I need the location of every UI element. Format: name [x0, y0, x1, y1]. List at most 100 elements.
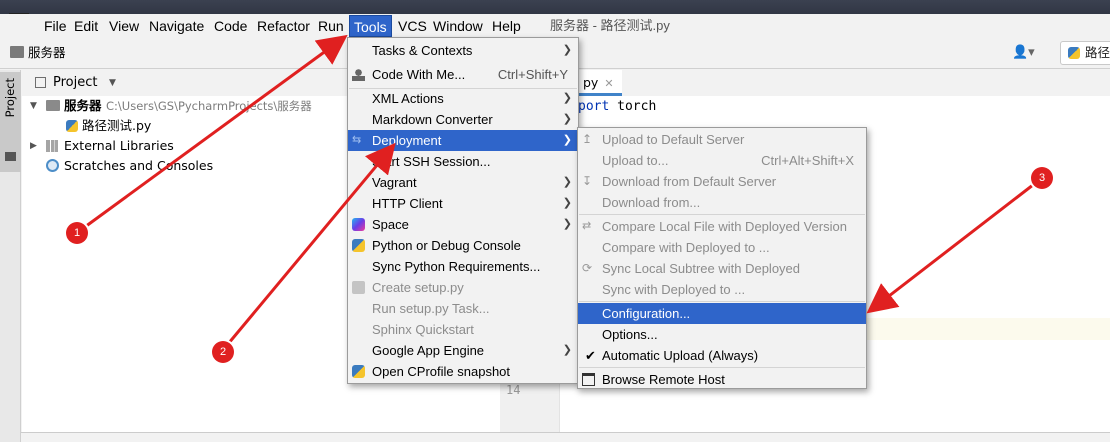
chevron-right-icon: ❯	[562, 218, 572, 230]
menu-item-label: Code With Me...	[372, 67, 466, 82]
menu-item-shortcut: Ctrl+Alt+Shift+X	[761, 153, 854, 168]
user-account-icon[interactable]: 👤▾	[1012, 43, 1044, 63]
menu-item-sync-python-requirements[interactable]: Sync Python Requirements...	[348, 256, 578, 277]
menu-item-label: Tasks & Contexts	[372, 43, 473, 58]
menu-item-label: XML Actions	[372, 91, 444, 106]
close-icon[interactable]: ✕	[604, 77, 613, 90]
profiler-icon	[352, 365, 365, 378]
chevron-right-icon: ❯	[562, 176, 572, 188]
chevron-right-icon[interactable]: ▶	[30, 136, 37, 156]
menu-item-label: Open CProfile snapshot	[372, 364, 511, 379]
menu-item-label: Sync with Deployed to ...	[602, 282, 746, 297]
menu-item-space[interactable]: Space ❯	[348, 214, 578, 235]
python-file-icon	[66, 120, 78, 132]
menu-item-label: Create setup.py	[372, 280, 464, 295]
menu-navigate[interactable]: Navigate	[145, 15, 209, 37]
menu-item-browse-remote-host[interactable]: Browse Remote Host	[578, 369, 866, 390]
menu-edit[interactable]: Edit	[70, 15, 103, 37]
editor-tab-label: py	[583, 75, 599, 90]
menu-separator	[579, 367, 865, 368]
project-view-icon	[35, 77, 46, 88]
menu-view[interactable]: View	[105, 15, 144, 37]
menu-item-label: Automatic Upload (Always)	[602, 348, 759, 363]
menu-item-start-ssh-session[interactable]: Start SSH Session...	[348, 151, 578, 172]
project-panel-title[interactable]: Project	[53, 70, 97, 96]
menu-item-xml-actions[interactable]: XML Actions ❯	[348, 88, 578, 109]
breadcrumb[interactable]: 服务器	[28, 37, 66, 69]
sync-icon: ⟳	[582, 261, 593, 275]
chevron-down-icon[interactable]: ▼	[30, 96, 37, 116]
menu-item-configuration[interactable]: Configuration...	[578, 303, 866, 324]
menu-item-sphinx-quickstart: Sphinx Quickstart	[348, 319, 578, 340]
menu-item-label: Start SSH Session...	[372, 154, 491, 169]
menu-tools[interactable]: Tools	[349, 15, 392, 37]
menu-item-automatic-upload[interactable]: ✔ Automatic Upload (Always)	[578, 345, 866, 366]
project-tool-tab[interactable]: Project	[0, 72, 21, 172]
deployment-icon: ⇆	[352, 134, 362, 146]
menu-item-label: Configuration...	[602, 306, 691, 321]
menu-item-options[interactable]: Options...	[578, 324, 866, 345]
editor-tab[interactable]: py ✕	[575, 70, 622, 96]
menu-vcs[interactable]: VCS	[394, 15, 431, 37]
menu-item-label: Compare with Deployed to ...	[602, 240, 770, 255]
status-bar	[21, 432, 1110, 442]
menu-item-open-cprofile-snapshot[interactable]: Open CProfile snapshot	[348, 361, 578, 382]
library-icon	[46, 140, 58, 152]
folder-icon	[10, 46, 24, 58]
menu-item-label: Google App Engine	[372, 343, 485, 358]
menu-code[interactable]: Code	[210, 15, 252, 37]
menu-window[interactable]: Window	[429, 15, 487, 37]
project-tool-tab-label: Project	[3, 78, 17, 118]
menu-item-deployment[interactable]: ⇆ Deployment ❯	[348, 130, 578, 151]
line-number: 14	[506, 383, 521, 397]
menu-item-compare-local-file: ⇄ Compare Local File with Deployed Versio…	[578, 216, 866, 237]
menu-item-tasks-contexts[interactable]: Tasks & Contexts ❯	[348, 40, 578, 61]
menu-item-run-setup-py-task: Run setup.py Task...	[348, 298, 578, 319]
setup-file-icon	[352, 281, 365, 294]
menu-item-code-with-me[interactable]: Code With Me... Ctrl+Shift+Y	[348, 64, 578, 85]
menu-item-label: Sync Local Subtree with Deployed	[602, 261, 801, 276]
chevron-right-icon: ❯	[562, 134, 572, 146]
menu-item-vagrant[interactable]: Vagrant ❯	[348, 172, 578, 193]
menu-item-label: Run setup.py Task...	[372, 301, 490, 316]
menu-run[interactable]: Run	[314, 15, 348, 37]
menu-file[interactable]: File	[40, 15, 71, 37]
menu-item-google-app-engine[interactable]: Google App Engine ❯	[348, 340, 578, 361]
menu-item-shortcut: Ctrl+Shift+Y	[497, 67, 568, 82]
menu-item-label: Compare Local File with Deployed Version	[602, 219, 847, 234]
menu-item-http-client[interactable]: HTTP Client ❯	[348, 193, 578, 214]
menu-item-compare-with-deployed: Compare with Deployed to ...	[578, 237, 866, 258]
menu-item-sync-local-subtree: ⟳ Sync Local Subtree with Deployed	[578, 258, 866, 279]
menu-item-label: Vagrant	[372, 175, 417, 190]
menu-item-upload-to: Upload to... Ctrl+Alt+Shift+X	[578, 150, 866, 171]
menu-item-label: Upload to Default Server	[602, 132, 745, 147]
python-file-icon	[1068, 47, 1080, 59]
menu-item-label: HTTP Client	[372, 196, 443, 211]
menu-item-download-from-default-server: ↧ Download from Default Server	[578, 171, 866, 192]
menu-item-download-from: Download from...	[578, 192, 866, 213]
code-text: torch	[609, 99, 657, 114]
chevron-down-icon[interactable]: ▼	[109, 70, 116, 96]
external-libraries-label: External Libraries	[64, 138, 174, 153]
compare-icon: ⇄	[582, 220, 592, 232]
menu-item-upload-to-default-server: ↥ Upload to Default Server	[578, 129, 866, 150]
menu-item-sync-with-deployed: Sync with Deployed to ...	[578, 279, 866, 300]
menu-item-python-debug-console[interactable]: Python or Debug Console	[348, 235, 578, 256]
checkmark-icon: ✔	[585, 348, 596, 363]
chevron-right-icon: ❯	[562, 44, 572, 56]
menu-item-label: Upload to...	[602, 153, 669, 168]
annotation-badge-3: 3	[1031, 167, 1053, 189]
menu-item-markdown-converter[interactable]: Markdown Converter ❯	[348, 109, 578, 130]
run-configuration-label: 路径	[1085, 45, 1110, 60]
scratches-icon	[46, 159, 59, 172]
run-configuration-selector[interactable]: 路径	[1060, 41, 1110, 65]
annotation-badge-2: 2	[212, 341, 234, 363]
file-name: 路径测试.py	[82, 118, 152, 133]
tools-menu: Tasks & Contexts ❯ Code With Me... Ctrl+Sh…	[347, 37, 579, 384]
menu-help[interactable]: Help	[488, 15, 525, 37]
scratches-label: Scratches and Consoles	[64, 158, 214, 173]
code-keyword: port	[578, 99, 610, 114]
menu-refactor[interactable]: Refactor	[253, 15, 314, 37]
folder-icon	[46, 100, 60, 111]
menu-item-label: Python or Debug Console	[372, 238, 521, 253]
